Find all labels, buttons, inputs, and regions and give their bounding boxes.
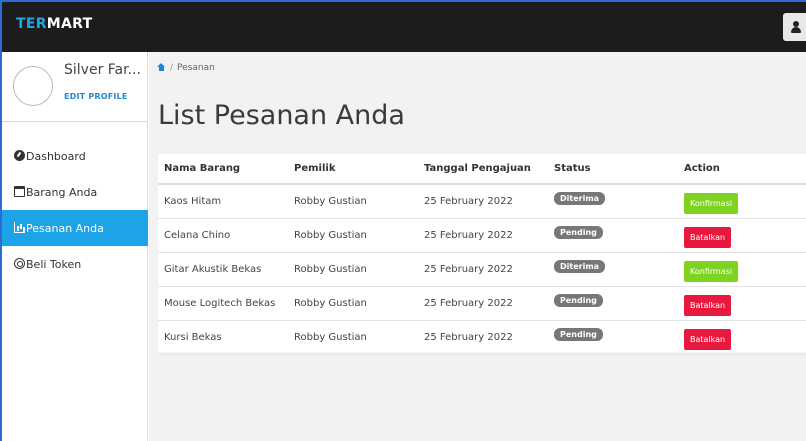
user-menu-button[interactable] — [783, 13, 806, 41]
cell-status: Diterima — [548, 184, 678, 219]
cell-owner: Robby Gustian — [288, 286, 418, 321]
main-content: / Pesanan List Pesanan Anda Nama Barang P… — [149, 52, 806, 441]
status-badge: Pending — [554, 225, 603, 239]
cell-date: 25 February 2022 — [418, 286, 548, 321]
sidebar: Silver Far... EDIT PROFILE Dashboard Bar… — [2, 52, 148, 441]
cell-item: Mouse Logitech Bekas — [158, 286, 288, 321]
status-badge: Diterima — [554, 191, 606, 205]
user-icon — [791, 21, 801, 33]
cell-action: Batalkan — [678, 286, 806, 321]
table-row: Celana Chino Robby Gustian 25 February 2… — [158, 218, 806, 253]
home-icon[interactable] — [157, 63, 166, 71]
confirm-button[interactable]: Konfirmasi — [684, 192, 739, 214]
brand-prefix: TER — [16, 16, 47, 32]
status-badge: Pending — [554, 327, 603, 341]
breadcrumb: / Pesanan — [157, 62, 215, 73]
orders-table: Nama Barang Pemilik Tanggal Pengajuan St… — [158, 154, 806, 355]
status-badge: Diterima — [554, 259, 606, 273]
sidebar-nav: Dashboard Barang Anda Pesanan Anda Beli … — [2, 138, 148, 282]
cell-date: 25 February 2022 — [418, 218, 548, 253]
app-window: TERMART Silver Far... EDIT PROFILE Dashb… — [0, 0, 806, 441]
cancel-button[interactable]: Batalkan — [684, 294, 732, 316]
cell-status: Diterima — [548, 252, 678, 287]
dashboard-icon — [14, 150, 25, 161]
edit-profile-link[interactable]: EDIT PROFILE — [64, 92, 128, 101]
cell-item: Gitar Akustik Bekas — [158, 252, 288, 287]
sidebar-item-label: Dashboard — [26, 150, 86, 163]
profile-name: Silver Far... — [64, 62, 141, 78]
orders-table-card: Nama Barang Pemilik Tanggal Pengajuan St… — [158, 154, 806, 355]
cell-date: 25 February 2022 — [418, 320, 548, 355]
cell-action: Batalkan — [678, 320, 806, 355]
token-icon — [14, 258, 25, 269]
table-row: Kaos Hitam Robby Gustian 25 February 202… — [158, 184, 806, 219]
cell-action: Konfirmasi — [678, 184, 806, 219]
column-header-item: Nama Barang — [158, 154, 288, 185]
cell-action: Batalkan — [678, 218, 806, 253]
breadcrumb-separator: / — [170, 63, 174, 73]
cell-item: Kaos Hitam — [158, 184, 288, 219]
table-header-row: Nama Barang Pemilik Tanggal Pengajuan St… — [158, 154, 806, 185]
sidebar-item-barang-anda[interactable]: Barang Anda — [2, 174, 148, 210]
cell-date: 25 February 2022 — [418, 252, 548, 287]
cell-action: Konfirmasi — [678, 252, 806, 287]
avatar — [13, 66, 53, 106]
sidebar-item-label: Barang Anda — [26, 186, 98, 199]
calendar-icon — [14, 186, 25, 197]
sidebar-item-label: Beli Token — [26, 258, 82, 271]
brand-logo[interactable]: TERMART — [16, 16, 92, 32]
cell-owner: Robby Gustian — [288, 184, 418, 219]
cell-owner: Robby Gustian — [288, 320, 418, 355]
column-header-action: Action — [678, 154, 806, 185]
sidebar-item-dashboard[interactable]: Dashboard — [2, 138, 148, 174]
table-row: Gitar Akustik Bekas Robby Gustian 25 Feb… — [158, 252, 806, 287]
column-header-status: Status — [548, 154, 678, 185]
sidebar-item-beli-token[interactable]: Beli Token — [2, 246, 148, 282]
column-header-owner: Pemilik — [288, 154, 418, 185]
status-badge: Pending — [554, 293, 603, 307]
cell-date: 25 February 2022 — [418, 184, 548, 219]
page-title: List Pesanan Anda — [158, 100, 405, 131]
bar-chart-icon — [14, 222, 25, 233]
cancel-button[interactable]: Batalkan — [684, 226, 732, 248]
brand-suffix: MART — [46, 16, 93, 32]
cell-item: Celana Chino — [158, 218, 288, 253]
table-row: Kursi Bekas Robby Gustian 25 February 20… — [158, 320, 806, 355]
profile-panel: Silver Far... EDIT PROFILE — [2, 52, 148, 122]
cell-status: Pending — [548, 286, 678, 321]
cell-owner: Robby Gustian — [288, 218, 418, 253]
top-navbar: TERMART — [2, 2, 806, 52]
breadcrumb-current: Pesanan — [177, 63, 215, 73]
column-header-date: Tanggal Pengajuan — [418, 154, 548, 185]
cell-item: Kursi Bekas — [158, 320, 288, 355]
sidebar-item-pesanan-anda[interactable]: Pesanan Anda — [2, 210, 148, 246]
cell-status: Pending — [548, 218, 678, 253]
cell-status: Pending — [548, 320, 678, 355]
table-row: Mouse Logitech Bekas Robby Gustian 25 Fe… — [158, 286, 806, 321]
cancel-button[interactable]: Batalkan — [684, 328, 732, 350]
cell-owner: Robby Gustian — [288, 252, 418, 287]
confirm-button[interactable]: Konfirmasi — [684, 260, 739, 282]
sidebar-item-label: Pesanan Anda — [26, 222, 104, 235]
